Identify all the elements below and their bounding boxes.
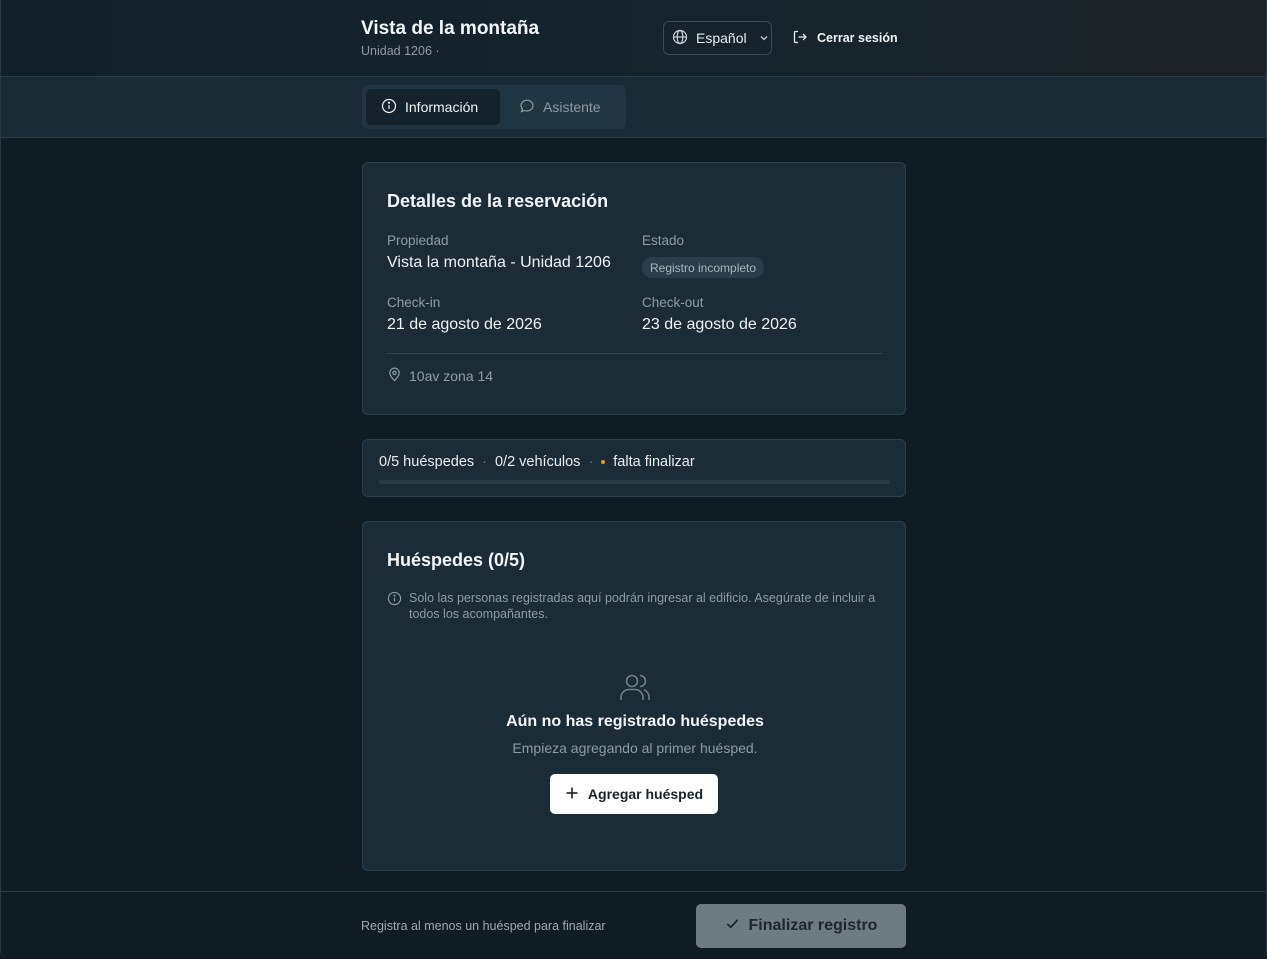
- chevron-down-icon: [759, 30, 769, 46]
- empty-state-title: Aún no has registrado huéspedes: [506, 713, 764, 730]
- language-label: Español: [696, 30, 747, 46]
- progress-status: falta finalizar: [613, 454, 695, 470]
- logout-label: Cerrar sesión: [817, 31, 898, 45]
- pending-dot: [601, 460, 606, 464]
- checkin-label: Check-in: [387, 295, 441, 310]
- info-icon: [381, 98, 397, 117]
- vehicles-count: 0/2 vehículos: [494, 454, 581, 470]
- address-text: 10av zona 14: [409, 368, 494, 384]
- progress-summary: 0/5 huéspedes · 0/2 vehículos · falta fi…: [379, 454, 695, 470]
- progress-card: 0/5 huéspedes · 0/2 vehículos · falta fi…: [362, 439, 906, 497]
- plus-icon: [565, 786, 579, 803]
- top-header: Vista de la montaña Unidad 1206 · Españo…: [1, 0, 1266, 77]
- header-content: Vista de la montaña Unidad 1206 · Españo…: [361, 0, 905, 77]
- info-icon: [387, 590, 402, 622]
- checkout-label: Check-out: [642, 295, 704, 310]
- progress-bar: [379, 480, 890, 484]
- checkin-value: 21 de agosto de 2026: [387, 316, 542, 333]
- checkout-value: 23 de agosto de 2026: [642, 316, 797, 333]
- separator: ·: [482, 454, 487, 470]
- footer-hint: Registra al menos un huésped para finali…: [361, 919, 606, 933]
- tab-asistente[interactable]: Asistente: [504, 89, 616, 125]
- reservation-card: Detalles de la reservación Propiedad Vis…: [362, 162, 906, 415]
- app-window: Vista de la montaña Unidad 1206 · Españo…: [0, 0, 1267, 959]
- tab-list: Información Asistente: [362, 85, 626, 129]
- finish-registration-label: Finalizar registro: [748, 917, 878, 934]
- page-title: Vista de la montaña: [361, 18, 540, 39]
- language-selector[interactable]: Español: [663, 21, 772, 55]
- footer-bar: Registra al menos un huésped para finali…: [1, 891, 1266, 959]
- guests-title: Huéspedes (0/5): [387, 550, 526, 570]
- status-label: Estado: [642, 233, 685, 248]
- property-label: Propiedad: [387, 233, 449, 248]
- tab-informacion[interactable]: Información: [366, 89, 500, 125]
- map-pin-icon: [387, 367, 402, 385]
- check-icon: [725, 916, 740, 936]
- guests-note-text: Solo las personas registradas aquí podrá…: [409, 591, 876, 621]
- tab-label: Asistente: [543, 99, 601, 115]
- guests-info-note: Solo las personas registradas aquí podrá…: [387, 590, 883, 622]
- logout-button[interactable]: Cerrar sesión: [792, 28, 898, 48]
- address-row: 10av zona 14: [387, 367, 493, 385]
- add-guest-button[interactable]: Agregar huésped: [550, 774, 718, 814]
- separator: ·: [588, 454, 594, 470]
- page-subtitle: Unidad 1206 ·: [361, 44, 440, 58]
- tab-label: Información: [405, 99, 479, 115]
- chat-bubble-icon: [519, 98, 535, 117]
- reservation-title: Detalles de la reservación: [387, 191, 609, 211]
- divider: [387, 353, 882, 354]
- users-icon: [619, 672, 651, 707]
- add-guest-label: Agregar huésped: [587, 786, 704, 802]
- globe-icon: [672, 29, 688, 48]
- guests-card: Huéspedes (0/5) Solo las personas regist…: [362, 521, 906, 871]
- logout-icon: [792, 29, 808, 48]
- status-badge: Registro incompleto: [642, 257, 765, 278]
- guests-count: 0/5 huéspedes: [379, 454, 475, 470]
- empty-state-subtitle: Empieza agregando al primer huésped.: [512, 740, 758, 756]
- property-value: Vista la montaña - Unidad 1206: [387, 254, 611, 271]
- tab-bar: Información Asistente: [1, 77, 1266, 138]
- finish-registration-button[interactable]: Finalizar registro: [696, 904, 906, 948]
